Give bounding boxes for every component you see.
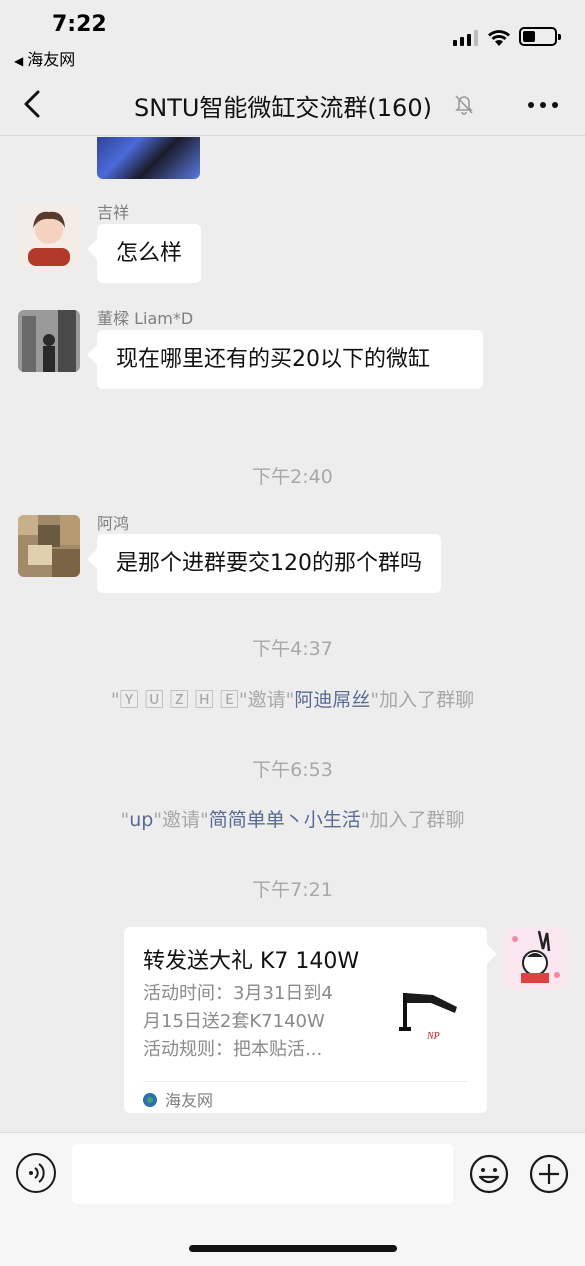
back-app-label: 海友网 (27, 50, 76, 69)
inviter-name: 🅈 🅄 🅉 🄷 🄴 (119, 689, 239, 711)
back-to-app-link[interactable]: ◀ 海友网 (14, 46, 75, 70)
chat-title: SNTU智能微缸交流群(160) (134, 94, 432, 122)
message-timestamp: 下午2:40 (252, 466, 333, 488)
message-bubble[interactable]: 现在哪里还有的买20以下的微缸 (97, 330, 483, 389)
message-timestamp: 下午4:37 (252, 638, 333, 660)
product-lamp-thumbnail: NP (397, 983, 469, 1055)
avatar-image (18, 204, 80, 266)
avatar-jixiang[interactable] (18, 204, 80, 266)
avatar-ahong[interactable] (18, 515, 80, 577)
message-timestamp: 下午6:53 (252, 759, 333, 781)
status-time: 7:22 (52, 12, 107, 37)
invitee-link[interactable]: 简简单单丶小生活 (209, 809, 361, 831)
system-join-notice: "🅈 🅄 🅉 🄷 🄴"邀请"阿迪屌丝"加入了群聊 (110, 689, 475, 711)
battery-icon (519, 27, 561, 46)
emoji-button[interactable] (468, 1153, 510, 1195)
more-functions-plus-button[interactable] (528, 1153, 570, 1195)
home-indicator[interactable] (189, 1245, 397, 1252)
message-bubble[interactable]: 怎么样 (97, 224, 202, 283)
chat-history[interactable]: 吉祥 怎么样 董樑 Liam*D 现在哪里还有的买20以下的微缸 下午2:40 … (0, 137, 585, 1131)
sender-name: 阿鸿 (97, 514, 130, 533)
message-timestamp: 下午7:21 (252, 879, 333, 901)
image-message-thumbnail[interactable] (97, 137, 200, 179)
source-app-icon (143, 1093, 157, 1107)
cellular-signal-icon (453, 30, 479, 46)
avatar-image (18, 310, 80, 372)
message-text-input[interactable] (72, 1144, 453, 1204)
avatar-image (505, 927, 567, 989)
invitee-link[interactable]: 阿迪屌丝 (294, 689, 370, 711)
back-chevron-icon[interactable] (18, 86, 50, 122)
card-divider (143, 1081, 468, 1082)
my-avatar[interactable] (505, 927, 567, 989)
inviter-link[interactable]: up (129, 809, 153, 831)
status-bar: 7:22 ◀ 海友网 (0, 0, 585, 72)
chat-header: SNTU智能微缸交流群(160) (0, 72, 585, 136)
sender-name: 吉祥 (97, 203, 130, 222)
shared-link-card[interactable]: 转发送大礼 K7 140W 活动时间：3月31日到4 月15日送2套K7140W… (124, 927, 487, 1113)
wifi-icon (488, 30, 510, 46)
card-title: 转发送大礼 K7 140W (143, 949, 360, 974)
card-source: 海友网 (143, 1087, 213, 1111)
more-options-button[interactable] (522, 90, 564, 118)
back-triangle-icon: ◀ (14, 54, 24, 68)
system-join-notice: "up"邀请"简简单单丶小生活"加入了群聊 (120, 809, 465, 831)
card-description: 活动时间：3月31日到4 月15日送2套K7140W 活动规则：把本贴活... (143, 983, 333, 1060)
svg-text:NP: NP (426, 1031, 440, 1042)
mute-bell-icon (455, 95, 473, 115)
avatar-image (18, 515, 80, 577)
message-bubble[interactable]: 是那个进群要交120的那个群吗 (97, 534, 441, 593)
voice-icon (29, 1163, 45, 1183)
avatar-liam[interactable] (18, 310, 80, 372)
sender-name: 董樑 Liam*D (97, 309, 194, 328)
voice-input-button[interactable] (16, 1153, 56, 1193)
